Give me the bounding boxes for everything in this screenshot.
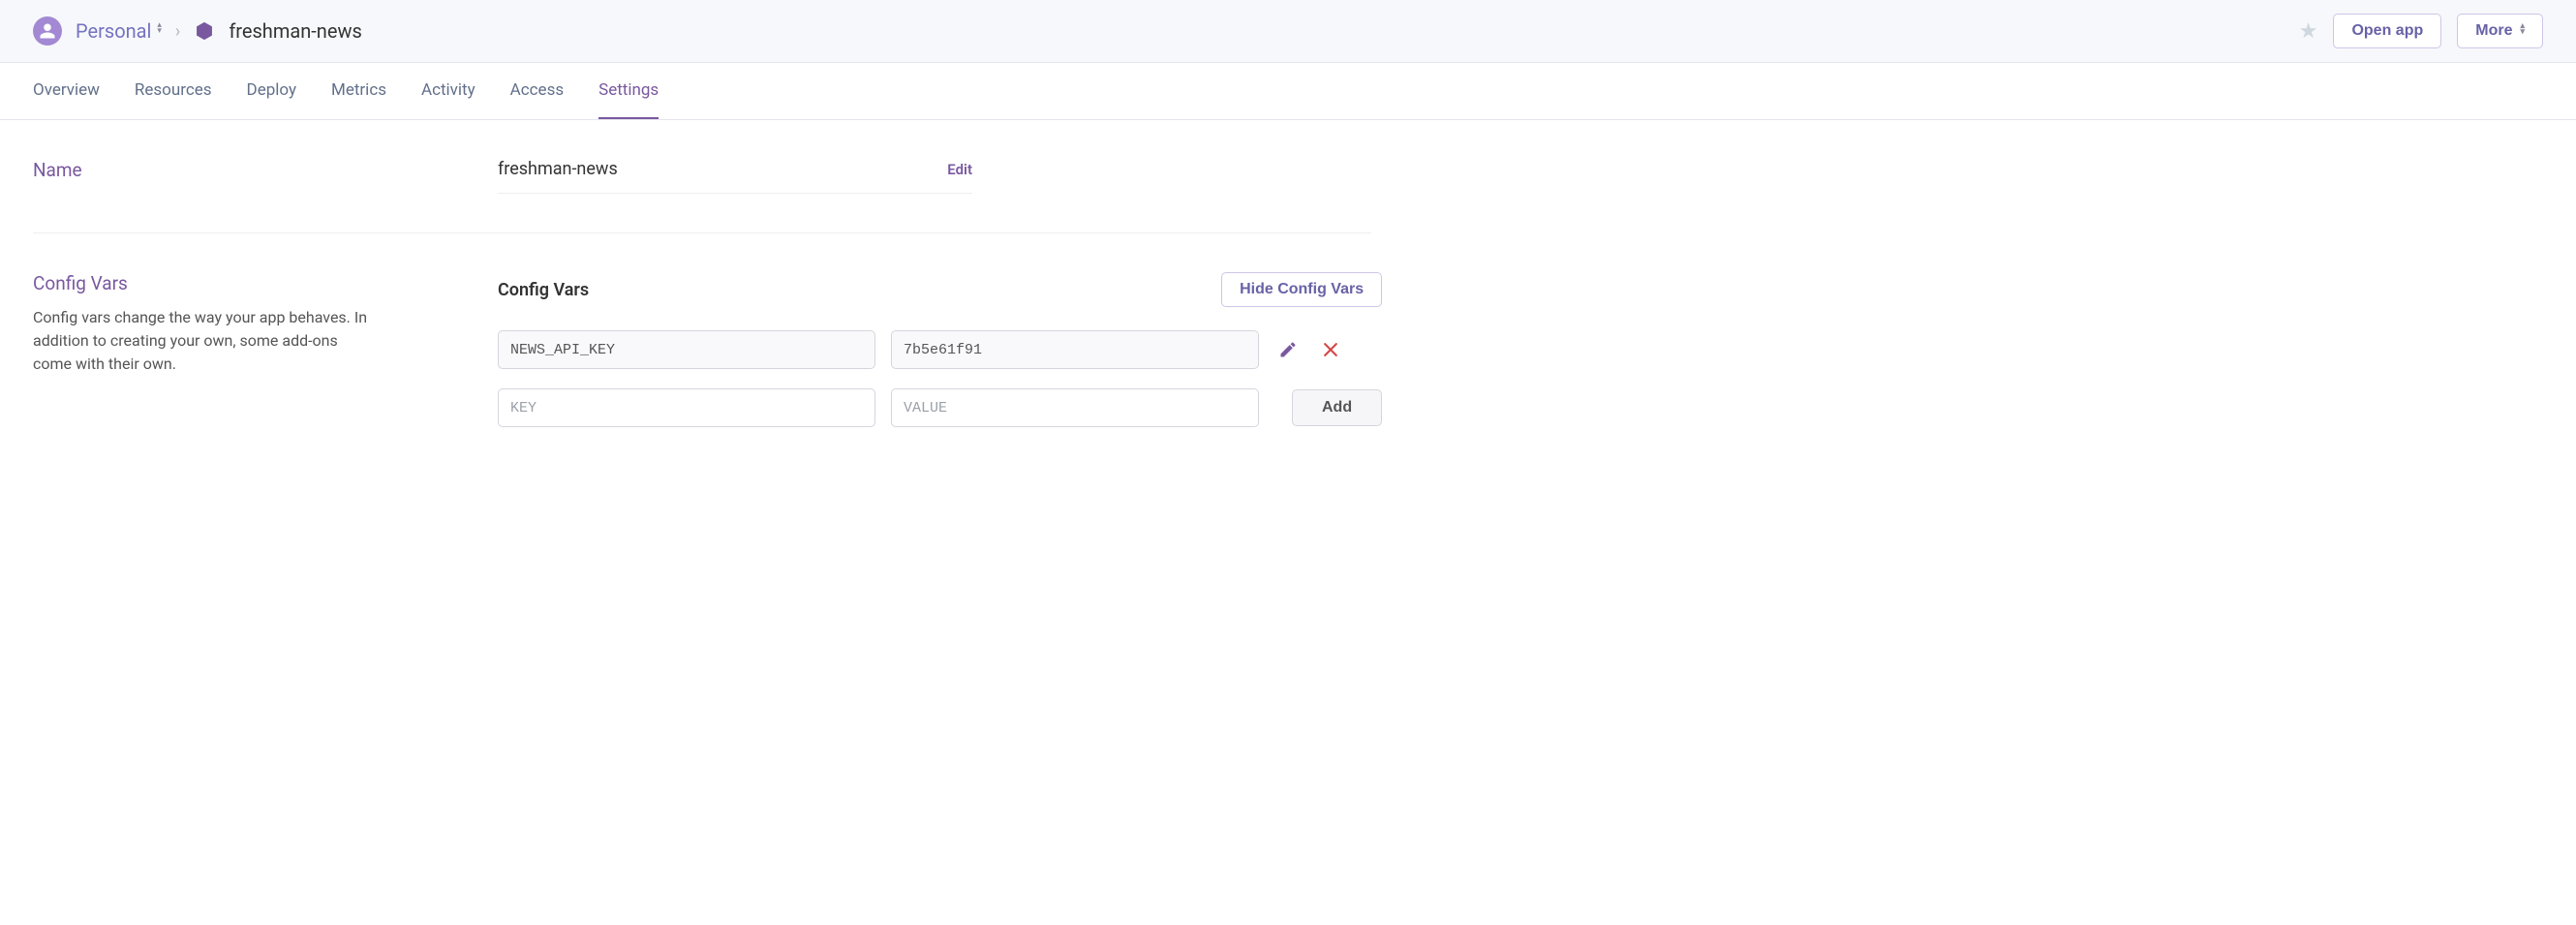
more-label: More [2475, 22, 2512, 40]
tab-activity[interactable]: Activity [421, 63, 475, 119]
updown-icon: ▴▾ [157, 25, 162, 37]
config-var-value-input[interactable] [891, 330, 1259, 369]
person-icon [39, 22, 56, 40]
breadcrumb-account-label: Personal [76, 19, 151, 43]
chevron-right-icon: › [175, 21, 180, 42]
new-var-key-input[interactable] [498, 388, 875, 427]
open-app-label: Open app [2351, 22, 2423, 40]
edit-var-button[interactable] [1274, 336, 1302, 363]
tabs: Overview Resources Deploy Metrics Activi… [0, 63, 2576, 120]
tab-overview[interactable]: Overview [33, 63, 100, 119]
more-button[interactable]: More ▴▾ [2457, 14, 2543, 48]
hide-config-vars-button[interactable]: Hide Config Vars [1221, 272, 1382, 307]
new-var-value-input[interactable] [891, 388, 1259, 427]
tab-deploy[interactable]: Deploy [247, 63, 296, 119]
delete-var-button[interactable] [1317, 336, 1344, 363]
updown-icon: ▴▾ [2520, 25, 2525, 37]
pencil-icon [1278, 340, 1298, 359]
config-section-title: Config Vars [33, 272, 498, 294]
avatar[interactable] [33, 16, 62, 46]
config-var-key-input[interactable] [498, 330, 875, 369]
breadcrumb-account[interactable]: Personal ▴▾ [76, 19, 162, 43]
config-section-desc: Config vars change the way your app beha… [33, 306, 372, 376]
breadcrumb-app[interactable]: freshman-news [229, 19, 361, 43]
name-section-title: Name [33, 159, 498, 181]
tab-metrics[interactable]: Metrics [331, 63, 386, 119]
breadcrumb: Personal ▴▾ › freshman-news [33, 16, 362, 46]
config-panel-title: Config Vars [498, 280, 589, 300]
add-var-button[interactable]: Add [1292, 389, 1382, 426]
edit-name-link[interactable]: Edit [947, 161, 972, 178]
close-icon [1321, 340, 1340, 359]
config-var-new-row: Add [498, 388, 1382, 427]
app-name-value: freshman-news [498, 159, 618, 179]
open-app-button[interactable]: Open app [2333, 14, 2441, 48]
tab-resources[interactable]: Resources [135, 63, 212, 119]
tab-access[interactable]: Access [510, 63, 564, 119]
star-icon[interactable]: ★ [2299, 19, 2318, 44]
tab-settings[interactable]: Settings [598, 63, 659, 119]
hexagon-icon [194, 20, 215, 42]
config-var-row [498, 330, 1382, 369]
